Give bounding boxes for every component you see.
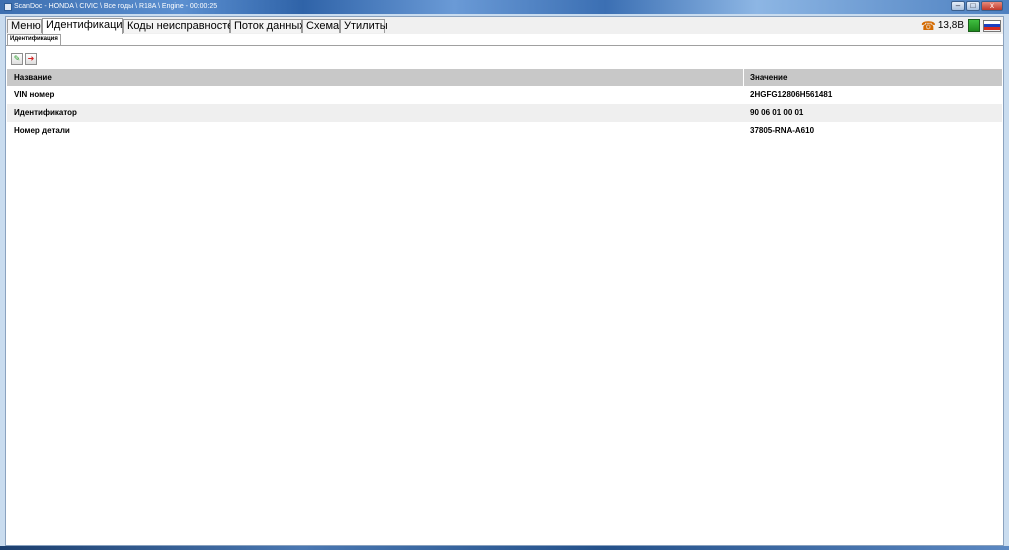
status-area: ☎ 13,8В — [921, 18, 1001, 33]
battery-voltage: 13,8В — [937, 20, 964, 31]
window-title: ScanDoc - HONDA \ CIVIC \ Все годы \ R18… — [14, 3, 218, 10]
column-header-value[interactable]: Значение — [750, 69, 787, 86]
minimize-button[interactable]: – — [951, 1, 965, 11]
exit-icon: ➜ — [27, 54, 35, 63]
app-window: ScanDoc - HONDA \ CIVIC \ Все годы \ R18… — [0, 0, 1009, 546]
table-row[interactable]: Номер детали 37805-RNA-A610 — [7, 122, 1002, 140]
edit-icon: ✎ — [13, 54, 21, 63]
main-tab-bar: Меню Идентификация Коды неисправностей П… — [6, 17, 1003, 35]
column-divider[interactable] — [743, 69, 744, 86]
plug-icon[interactable] — [968, 19, 980, 32]
close-button[interactable]: x — [981, 1, 1003, 11]
tab-utilities[interactable]: Утилиты — [340, 19, 388, 33]
identification-table: Название Значение VIN номер 2HGFG12806H5… — [7, 69, 1002, 140]
tab-scheme[interactable]: Схема — [302, 19, 340, 33]
title-bar: ScanDoc - HONDA \ CIVIC \ Все годы \ R18… — [0, 0, 1009, 14]
tab-menu[interactable]: Меню — [7, 19, 42, 33]
row-value: 2HGFG12806H561481 — [750, 90, 833, 99]
tab-identification[interactable]: Идентификация — [42, 18, 128, 34]
table-header: Название Значение — [7, 69, 1002, 86]
row-name: Идентификатор — [14, 108, 77, 117]
table-row[interactable]: Идентификатор 90 06 01 00 01 — [7, 104, 1002, 122]
sub-tab-bar: Идентификация — [6, 34, 1003, 46]
russia-flag-icon[interactable] — [983, 19, 1001, 32]
column-header-name[interactable]: Название — [14, 69, 52, 86]
table-row[interactable]: VIN номер 2HGFG12806H561481 — [7, 86, 1002, 104]
tab-fault-codes[interactable]: Коды неисправностей — [123, 19, 239, 33]
row-value: 37805-RNA-A610 — [750, 126, 815, 135]
row-name: VIN номер — [14, 90, 55, 99]
phone-icon[interactable]: ☎ — [921, 20, 936, 32]
maximize-button[interactable]: □ — [966, 1, 980, 11]
tab-data-stream[interactable]: Поток данных — [230, 19, 305, 33]
toolbar: ✎ ➜ — [11, 53, 39, 66]
exit-button[interactable]: ➜ — [25, 53, 37, 65]
client-area: Меню Идентификация Коды неисправностей П… — [5, 16, 1004, 546]
app-icon — [4, 3, 12, 11]
subtab-identification[interactable]: Идентификация — [7, 34, 61, 45]
edit-button[interactable]: ✎ — [11, 53, 23, 65]
taskbar — [0, 546, 1009, 550]
window-controls: – □ x — [950, 1, 1003, 12]
row-value: 90 06 01 00 01 — [750, 108, 804, 117]
row-name: Номер детали — [14, 126, 70, 135]
